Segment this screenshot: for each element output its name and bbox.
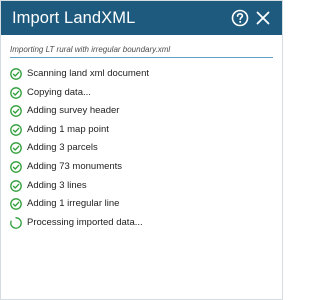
check-circle-icon — [10, 68, 22, 80]
help-button[interactable] — [230, 8, 250, 28]
dialog-title: Import LandXML — [12, 9, 136, 27]
close-button[interactable] — [253, 8, 273, 28]
step-label: Scanning land xml document — [27, 68, 149, 79]
step-label: Adding survey header — [27, 105, 120, 117]
step-label: Processing imported data... — [27, 216, 143, 228]
step-label: Adding 73 monuments — [27, 160, 123, 172]
check-circle-icon — [10, 105, 22, 118]
check-circle-icon — [10, 161, 22, 173]
step-label: Adding 1 map point — [27, 123, 109, 135]
file-label-underline — [10, 57, 273, 58]
import-file-label: Importing LT rural with irregular bounda… — [10, 45, 171, 54]
step-label: Adding 1 irregular line — [27, 198, 120, 210]
spinner-icon — [10, 216, 22, 229]
check-circle-icon — [10, 142, 22, 155]
step-label: Copying data... — [27, 86, 91, 98]
step-label: Adding 3 parcels — [27, 142, 98, 154]
import-landxml-dialog: Import LandXML Importing LT rural with i… — [0, 0, 283, 300]
close-icon — [256, 11, 270, 25]
check-circle-icon — [10, 123, 22, 136]
check-circle-icon — [10, 86, 22, 99]
help-circle-icon — [231, 9, 249, 27]
check-circle-icon — [10, 179, 22, 192]
check-circle-icon — [10, 198, 22, 211]
dialog-titlebar: Import LandXML — [1, 1, 282, 35]
step-label: Adding 3 lines — [27, 179, 87, 191]
